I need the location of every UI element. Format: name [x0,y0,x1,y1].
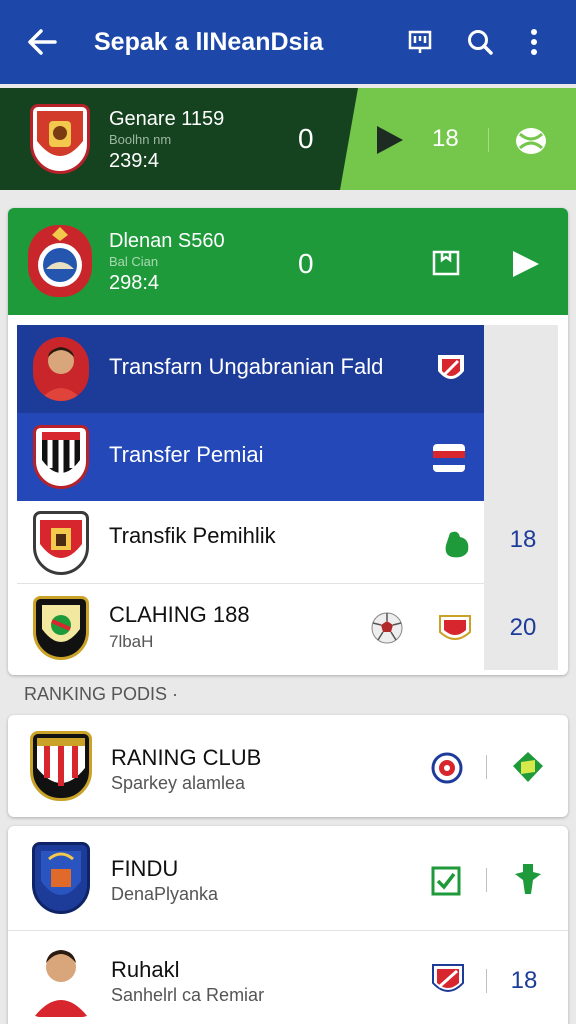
news-title: Transfik Pemihlik [109,523,276,548]
map-marker-icon[interactable] [513,862,543,901]
live-count: 18 [432,125,459,152]
list-item[interactable]: Transfarn Ungabranian Fald [17,325,484,413]
club-badge-icon [431,963,465,1004]
news-count: 18 [509,526,537,553]
live-score: 0 [298,123,314,154]
ranking-sub: Sanhelrl ca Remiar [111,985,265,1005]
featured-match-time: 298:4 [109,272,160,294]
club-crest-icon [33,511,89,575]
location-pin-icon[interactable] [431,752,463,789]
ranking-name: FINDU [111,856,179,881]
tennis-ball-icon[interactable] [514,126,548,161]
player-avatar [30,941,92,1017]
list-item[interactable]: FINDU DenaPlyanka [8,826,568,930]
live-team-sub: Boolhn nm [109,132,172,147]
search-icon[interactable] [460,22,500,62]
featured-team-sub: Bal Cian [109,254,159,269]
bookmark-icon[interactable] [432,250,460,281]
news-title: Transfer Pemiai [109,442,264,467]
bookmark-icon[interactable] [400,22,440,62]
divider [486,755,487,779]
ranking-sub: DenaPlyanka [111,884,219,904]
list-item[interactable]: Ruhakl Sanhelrl ca Remiar 18 [8,931,568,1024]
club-crest-icon [33,596,89,660]
live-team-name: Genare 1159 [109,108,225,130]
ranking-sub: Sparkey alamlea [111,773,246,793]
news-title: Transfarn Ungabranian Fald [109,354,384,379]
ranking-name: RANING CLUB [111,745,262,770]
play-icon[interactable] [510,248,542,285]
club-crest-icon [30,731,92,801]
club-crest-icon [33,425,89,489]
ranking-count: 18 [510,967,538,994]
featured-score: 0 [298,248,314,279]
team-crest-icon [30,104,90,174]
app-bar: Sepak a lINeanDsia [0,0,576,84]
map-pin-icon [442,529,472,564]
app-title: Sepak a lINeanDsia [94,27,324,56]
team-crest-icon [28,225,92,297]
club-badge-icon [436,353,466,392]
news-sub: 7lbaH [109,632,154,651]
play-icon[interactable] [375,124,405,161]
divider [486,969,487,993]
shield-check-icon[interactable] [511,750,545,789]
section-label: RANKING PODIS · [24,684,179,704]
soccer-ball-icon[interactable] [371,612,403,649]
divider [488,128,489,152]
more-vert-icon[interactable] [514,22,554,62]
live-match-time: 239:4 [109,150,160,172]
live-match-banner[interactable]: Genare 1159 Boolhn nm 239:4 0 18 [0,88,576,190]
list-item[interactable]: Transfer Pemiai 85 [17,413,558,501]
featured-match[interactable]: Dlenan S560 Bal Cian 298:4 0 [8,208,568,315]
back-arrow-icon[interactable] [22,22,62,62]
ranking-card: FINDU DenaPlyanka Ruhakl Sanhelrl ca Rem… [8,826,568,1024]
ranking-card: RANING CLUB Sparkey alamlea [8,715,568,817]
club-badge-icon [438,612,472,651]
checkbox-checked-icon[interactable] [431,866,461,901]
list-item[interactable]: CLAHING 188 7lbaH [17,584,484,672]
list-item[interactable]: Transfik Pemihlik [17,501,484,589]
featured-team-name: Dlenan S560 [109,230,225,252]
ranking-name: Ruhakl [111,957,180,982]
flag-icon [432,443,466,478]
club-crest-icon [32,842,90,914]
list-item[interactable]: RANING CLUB Sparkey alamlea [8,715,568,817]
news-title: CLAHING 188 [109,602,250,627]
player-avatar [33,337,89,401]
divider [486,868,487,892]
news-card: Dlenan S560 Bal Cian 298:4 0 Transfarn U… [8,208,568,675]
news-count: 20 [509,614,537,641]
